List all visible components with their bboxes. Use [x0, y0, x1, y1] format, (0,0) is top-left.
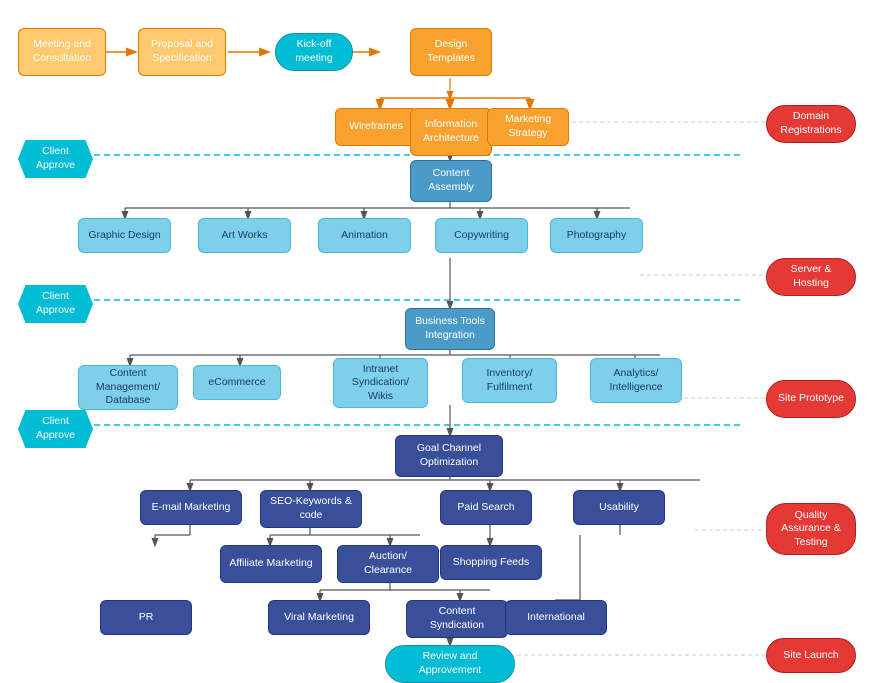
design-templates-label: Design Templates [417, 38, 485, 65]
animation-node: Animation [318, 218, 411, 253]
marketing-strategy-node: Marketing Strategy [487, 108, 569, 146]
wireframes-label: Wireframes [349, 120, 403, 134]
marketing-strategy-label: Marketing Strategy [494, 113, 562, 140]
client-approve-3-label: Client Approve [24, 415, 87, 442]
content-syndication-node: Content Syndication [406, 600, 508, 638]
art-works-label: Art Works [222, 229, 268, 243]
review-approvement-label: Review and Approvement [392, 650, 508, 677]
usability-label: Usability [599, 501, 639, 515]
seo-node: SEO-Keywords & code [260, 490, 362, 528]
content-syndication-label: Content Syndication [413, 605, 501, 632]
art-works-node: Art Works [198, 218, 291, 253]
graphic-design-node: Graphic Design [78, 218, 171, 253]
qa-testing-label: Quality Assurance & Testing [773, 509, 849, 550]
email-marketing-node: E-mail Marketing [140, 490, 242, 525]
photography-node: Photography [550, 218, 643, 253]
photography-label: Photography [567, 229, 627, 243]
international-node: International [505, 600, 607, 635]
pr-label: PR [139, 611, 154, 625]
wireframes-node: Wireframes [335, 108, 417, 146]
copywriting-label: Copywriting [454, 229, 509, 243]
proposal-specification-label: Proposal and Specification [145, 38, 219, 65]
server-hosting-node: Server & Hosting [766, 258, 856, 296]
shopping-feeds-node: Shopping Feeds [440, 545, 542, 580]
content-mgmt-node: Content Management/ Database [78, 365, 178, 410]
auction-label: Auction/ Clearance [344, 550, 432, 577]
paid-search-node: Paid Search [440, 490, 532, 525]
client-approve-3-node: Client Approve [18, 410, 93, 448]
inventory-node: Inventory/ Fulfilment [462, 358, 557, 403]
email-marketing-label: E-mail Marketing [152, 501, 231, 515]
site-launch-label: Site Launch [783, 649, 838, 663]
pr-node: PR [100, 600, 192, 635]
copywriting-node: Copywriting [435, 218, 528, 253]
goal-channel-node: Goal Channel Optimization [395, 435, 503, 477]
diagram: Meeting and Consultation Proposal and Sp… [0, 0, 871, 680]
viral-marketing-label: Viral Marketing [284, 611, 354, 625]
graphic-design-label: Graphic Design [88, 229, 160, 243]
affiliate-marketing-node: Affiliate Marketing [220, 545, 322, 583]
analytics-label: Analytics/ Intelligence [597, 367, 675, 394]
site-prototype-label: Site Prototype [778, 392, 844, 406]
content-mgmt-label: Content Management/ Database [85, 367, 171, 408]
client-approve-2-label: Client Approve [24, 290, 87, 317]
usability-node: Usability [573, 490, 665, 525]
domain-registrations-node: Domain Registrations [766, 105, 856, 143]
proposal-specification-node: Proposal and Specification [138, 28, 226, 76]
content-assembly-node: Content Assembly [410, 160, 492, 202]
client-approve-1-node: Client Approve [18, 140, 93, 178]
seo-label: SEO-Keywords & code [267, 495, 355, 522]
meeting-consultation-node: Meeting and Consultation [18, 28, 106, 76]
site-launch-node: Site Launch [766, 638, 856, 673]
ecommerce-label: eCommerce [208, 376, 265, 390]
biz-tools-node: Business Tools Integration [405, 308, 495, 350]
auction-node: Auction/ Clearance [337, 545, 439, 583]
international-label: International [527, 611, 585, 625]
ecommerce-node: eCommerce [193, 365, 281, 400]
meeting-consultation-label: Meeting and Consultation [25, 38, 99, 65]
affiliate-marketing-label: Affiliate Marketing [229, 557, 312, 571]
viral-marketing-node: Viral Marketing [268, 600, 370, 635]
info-arch-node: Information Architecture [410, 108, 492, 156]
kickoff-meeting-node: Kick-off meeting [275, 33, 353, 71]
intranet-node: Intranet Syndication/ Wikis [333, 358, 428, 408]
content-assembly-label: Content Assembly [417, 167, 485, 194]
animation-label: Animation [341, 229, 388, 243]
qa-testing-node: Quality Assurance & Testing [766, 503, 856, 555]
design-templates-node: Design Templates [410, 28, 492, 76]
paid-search-label: Paid Search [457, 501, 514, 515]
kickoff-meeting-label: Kick-off meeting [282, 38, 346, 65]
client-approve-1-label: Client Approve [24, 145, 87, 172]
biz-tools-label: Business Tools Integration [412, 315, 488, 342]
domain-registrations-label: Domain Registrations [773, 110, 849, 137]
site-prototype-node: Site Prototype [766, 380, 856, 418]
inventory-label: Inventory/ Fulfilment [469, 367, 550, 394]
client-approve-2-node: Client Approve [18, 285, 93, 323]
shopping-feeds-label: Shopping Feeds [453, 556, 529, 570]
info-arch-label: Information Architecture [417, 118, 485, 145]
intranet-label: Intranet Syndication/ Wikis [340, 363, 421, 404]
analytics-node: Analytics/ Intelligence [590, 358, 682, 403]
review-approvement-node: Review and Approvement [385, 645, 515, 683]
goal-channel-label: Goal Channel Optimization [402, 442, 496, 469]
server-hosting-label: Server & Hosting [773, 263, 849, 290]
